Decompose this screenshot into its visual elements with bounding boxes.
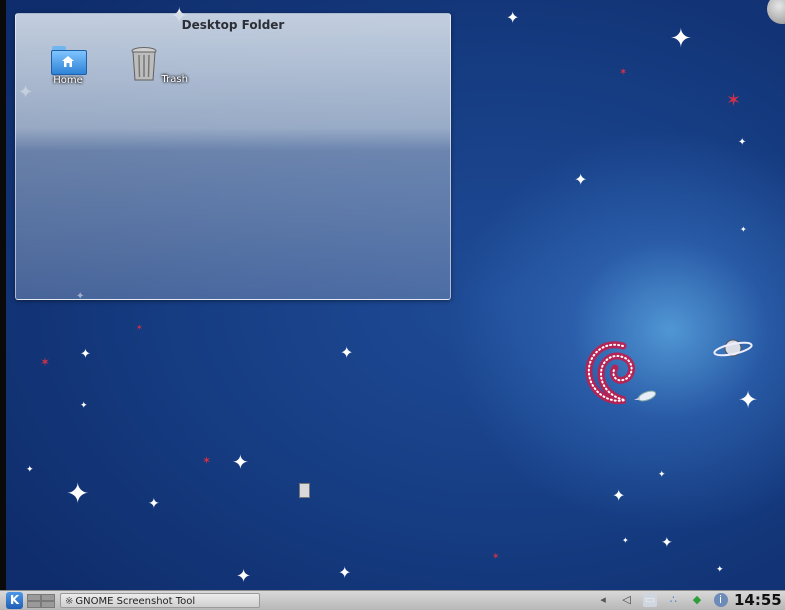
planet-decoration — [713, 339, 753, 357]
star-decoration: ✦ — [340, 343, 354, 362]
star-decoration: ✶ — [619, 67, 628, 78]
star-decoration: ✦ — [338, 563, 352, 582]
star-decoration: ✦ — [716, 565, 724, 575]
star-decoration: ✦ — [612, 486, 626, 505]
star-decoration: ✶ — [492, 552, 500, 562]
desktop-background: ✦ ✦ ✦ ✶ ✶ ✦ ✦ ✦ ✦ ✦ ✶ ✦ ✶ ✦ ✦ ✦ ✶ ✦ ✦ ✦ … — [0, 0, 785, 590]
info-icon[interactable]: i — [713, 593, 728, 607]
star-decoration: ✶ — [136, 323, 143, 332]
speaker-icon[interactable]: ◁ — [620, 593, 634, 607]
star-decoration: ✦ — [740, 225, 747, 234]
cashew-toolbox-button[interactable] — [767, 0, 785, 24]
clock[interactable]: 14:55 — [734, 591, 782, 610]
star-decoration: ✦ — [658, 470, 666, 480]
star-decoration: ✦ — [66, 477, 90, 510]
star-decoration: ✦ — [738, 386, 759, 414]
folder-title: Desktop Folder — [181, 18, 285, 32]
star-decoration: ✶ — [40, 355, 51, 369]
update-notifier-icon[interactable]: ◆ — [690, 593, 704, 607]
star-decoration: ✦ — [26, 465, 34, 475]
kde-menu-icon[interactable]: K — [6, 592, 23, 609]
star-decoration: ✦ — [506, 8, 520, 27]
star-decoration: ✶ — [726, 90, 742, 111]
desktop-folder-widget[interactable]: Desktop Folder Home Trash — [15, 13, 451, 300]
rocket-decoration — [634, 390, 657, 402]
trash-label: Trash — [161, 74, 188, 85]
screen-edge — [0, 0, 6, 590]
star-decoration: ✦ — [670, 24, 692, 54]
clipboard-icon[interactable]: ▭ — [643, 593, 657, 607]
star-decoration: ✶ — [202, 454, 212, 467]
star-decoration: ✦ — [622, 536, 629, 545]
task-icon: ※ — [65, 596, 74, 607]
home-folder-shortcut[interactable]: Home — [38, 46, 98, 86]
taskbar-task-gnome-screenshot[interactable]: ※ GNOME Screenshot Tool — [60, 593, 260, 608]
power-plug-icon — [299, 483, 310, 498]
star-decoration: ✦ — [232, 450, 249, 474]
taskbar: K ※ GNOME Screenshot Tool ◂ ◁ ▭ ∴ ◆ i 14:… — [0, 590, 785, 610]
volume-icon[interactable]: ◂ — [596, 593, 610, 607]
trash-icon — [131, 47, 157, 81]
task-label: GNOME Screenshot Tool — [75, 596, 196, 607]
star-decoration: ✦ — [574, 170, 588, 189]
virtual-desktop-pager[interactable] — [27, 594, 55, 608]
network-icon[interactable]: ∴ — [667, 593, 681, 607]
star-decoration: ✦ — [80, 401, 88, 411]
trash-shortcut[interactable]: Trash — [129, 46, 189, 85]
star-decoration: ✦ — [236, 566, 252, 587]
star-decoration: ✦ — [148, 496, 160, 512]
star-decoration: ✦ — [80, 347, 91, 362]
star-decoration: ✦ — [738, 137, 747, 148]
home-label: Home — [53, 75, 83, 86]
home-folder-icon — [51, 46, 87, 75]
system-tray: ◂ ◁ ▭ ∴ ◆ i — [596, 593, 734, 609]
star-decoration: ✦ — [661, 535, 673, 551]
